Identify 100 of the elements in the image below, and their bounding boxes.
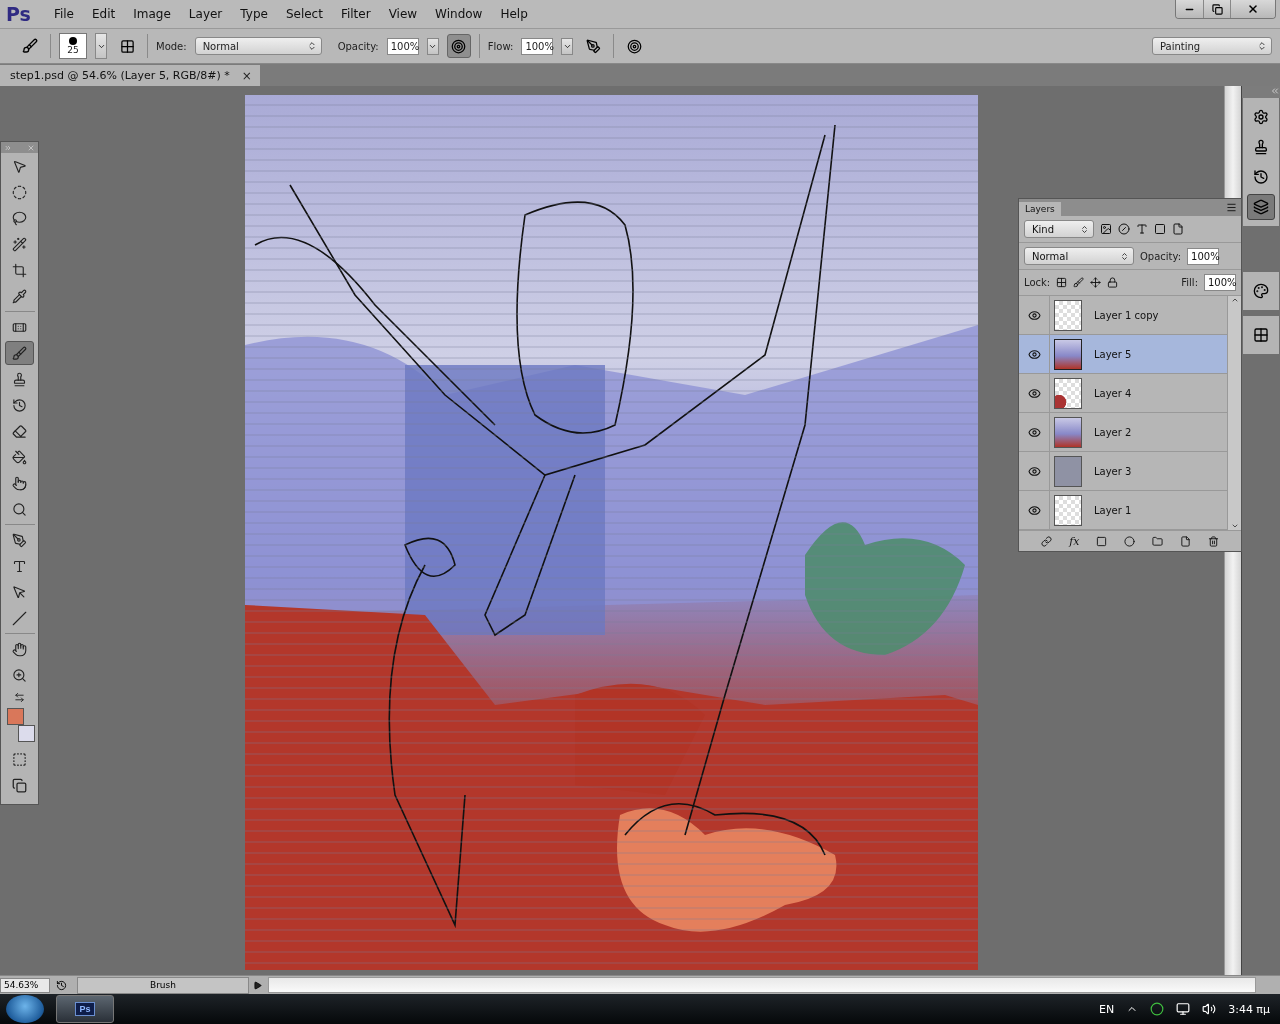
status-menu-arrow-icon[interactable]: [253, 980, 262, 990]
pen-icon: [12, 532, 27, 548]
zoom-field[interactable]: 54.63%: [0, 977, 50, 993]
layer-thumbnail: [1054, 416, 1082, 448]
layer-thumbnail: [1054, 299, 1082, 331]
taskbar-app-button[interactable]: Ps: [56, 995, 114, 1023]
layer-row[interactable]: Layer 5: [1019, 335, 1227, 374]
blend-mode-select[interactable]: Normal: [1024, 247, 1134, 265]
layer-name: Layer 1 copy: [1094, 309, 1159, 321]
down-caret-icon[interactable]: [1230, 522, 1239, 530]
finger-icon: [12, 475, 27, 491]
updown-caret-icon: [306, 41, 317, 51]
tool-button[interactable]: [5, 341, 34, 365]
hand-icon: [12, 641, 27, 657]
eraser-icon: [12, 423, 27, 439]
menu-item[interactable]: Edit: [83, 7, 125, 21]
tray-app-icon[interactable]: [1150, 1002, 1165, 1016]
background-color-swatch[interactable]: [17, 725, 35, 742]
brush-size-picker[interactable]: 25: [59, 33, 87, 59]
menu-item[interactable]: Select: [276, 7, 332, 21]
layers-scrollbar[interactable]: [1227, 296, 1241, 530]
brush-icon: [12, 345, 27, 361]
crop-icon: [12, 262, 27, 278]
stamp-icon: [12, 371, 27, 387]
pressure-opacity-button[interactable]: [446, 34, 471, 58]
palette-icon: [1253, 283, 1269, 299]
start-button[interactable]: [6, 995, 44, 1023]
lasso-icon: [12, 210, 27, 226]
network-icon[interactable]: [1176, 1002, 1191, 1016]
menu-item[interactable]: View: [379, 7, 427, 21]
menu-item[interactable]: Image: [124, 7, 180, 21]
layer-name: Layer 4: [1094, 387, 1132, 399]
dropdown-button[interactable]: [561, 37, 574, 55]
target-icon: [451, 38, 467, 54]
adjustment-icon[interactable]: [1124, 535, 1136, 547]
eye-icon[interactable]: [1027, 347, 1041, 361]
lock-icon[interactable]: [1107, 277, 1119, 288]
dashed-ellipse-icon: [12, 184, 27, 200]
eye-icon[interactable]: [1027, 425, 1041, 439]
dropdown-button[interactable]: [95, 33, 107, 59]
volume-icon[interactable]: [1202, 1002, 1217, 1016]
eye-icon[interactable]: [1027, 386, 1041, 400]
document-tab[interactable]: step1.psd @ 54.6% (Layer 5, RGB/8#) * ×: [0, 65, 260, 86]
tab-close[interactable]: ×: [241, 68, 252, 83]
menu-item[interactable]: File: [44, 7, 83, 21]
up-caret-icon[interactable]: [1230, 296, 1239, 304]
fx-button[interactable]: fx: [1069, 534, 1080, 548]
menu-item[interactable]: Filter: [331, 7, 380, 21]
smart-object-filter-icon[interactable]: [1172, 223, 1184, 235]
opacity-field[interactable]: 100%: [386, 37, 419, 55]
opacity-label: Opacity:: [337, 40, 379, 52]
zoom-icon: [12, 667, 27, 683]
filter-select[interactable]: Kind: [1024, 220, 1094, 238]
document-title: step1.psd @ 54.6% (Layer 5, RGB/8#) *: [10, 69, 230, 82]
layer-thumbnail: [1054, 377, 1082, 409]
brush-icon[interactable]: [1073, 277, 1085, 288]
panel-menu-icon[interactable]: [1226, 202, 1237, 213]
layer-thumbnail: [1054, 338, 1082, 370]
menu-item[interactable]: Window: [426, 7, 492, 21]
grid-icon: [119, 38, 135, 54]
menu-item[interactable]: Layer: [179, 7, 232, 21]
image-filter-icon[interactable]: [1100, 223, 1112, 235]
trash-icon[interactable]: [1207, 535, 1219, 547]
close-button[interactable]: [1230, 0, 1275, 18]
eye-icon[interactable]: [1027, 464, 1041, 478]
layer-row[interactable]: Layer 4: [1019, 374, 1227, 413]
dock-button[interactable]: [1247, 194, 1275, 220]
app-logo: Ps: [6, 3, 31, 25]
stamp-icon: [1253, 139, 1269, 155]
windows-icon: [12, 777, 27, 793]
layer-row[interactable]: Layer 3: [1019, 452, 1227, 491]
layer-row[interactable]: Layer 2: [1019, 413, 1227, 452]
menu-item[interactable]: Type: [231, 7, 277, 21]
eye-icon[interactable]: [1027, 503, 1041, 517]
layer-thumbnail: [1054, 455, 1082, 487]
restore-button[interactable]: [1203, 0, 1230, 18]
lock-pixels-icon[interactable]: [1056, 277, 1068, 288]
shape-filter-icon[interactable]: [1154, 223, 1166, 235]
horizontal-scrollbar[interactable]: [268, 977, 1256, 993]
mode-select[interactable]: Normal: [194, 37, 322, 55]
foreground-color-swatch[interactable]: [6, 708, 24, 725]
type-filter-icon[interactable]: [1136, 223, 1148, 235]
fill-field[interactable]: 100%: [1204, 274, 1236, 291]
dropdown-button[interactable]: [426, 37, 439, 55]
mask-icon[interactable]: [1096, 535, 1108, 547]
flow-field[interactable]: 100%: [521, 37, 554, 55]
menu-item[interactable]: Help: [491, 7, 537, 21]
move-icon[interactable]: [1090, 277, 1102, 288]
status-icon[interactable]: [56, 979, 67, 991]
panel-tab[interactable]: Layers: [1019, 202, 1061, 216]
clock[interactable]: 3:44 πμ: [1228, 1002, 1270, 1016]
language-indicator[interactable]: EN: [1099, 1002, 1115, 1016]
opacity-field[interactable]: 100%: [1187, 247, 1220, 265]
adjustment-filter-icon[interactable]: [1118, 223, 1130, 235]
folder-icon[interactable]: [1151, 535, 1163, 547]
link-icon[interactable]: [1041, 535, 1053, 547]
new-layer-icon[interactable]: [1179, 535, 1191, 547]
layer-row[interactable]: Layer 1: [1019, 491, 1227, 530]
workspace-select[interactable]: Painting: [1152, 37, 1272, 55]
eye-icon[interactable]: [1027, 308, 1041, 322]
